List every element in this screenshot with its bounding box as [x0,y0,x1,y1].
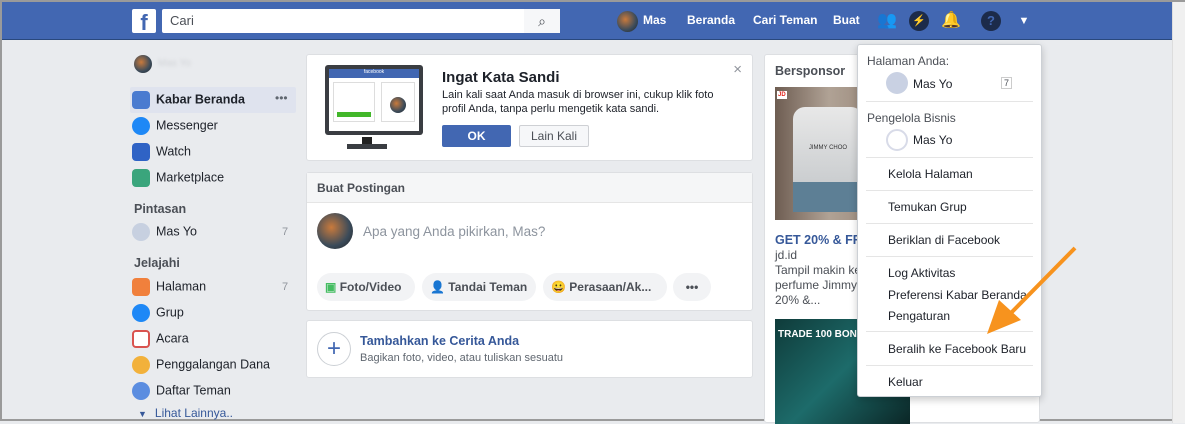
menu-switch-new-facebook[interactable]: Beralih ke Facebook Baru [888,342,1026,356]
nav-create[interactable]: Buat [833,13,860,27]
ad-description: Tampil makin ke perfume Jimmy 20% &... [775,263,862,307]
watch-icon [132,143,150,161]
bell-icon[interactable]: 🔔 [941,11,961,31]
ad-domain: jd.id [775,248,798,262]
chevron-down-icon: ▼ [138,409,147,419]
ok-button[interactable]: OK [442,125,511,147]
story-title[interactable]: Tambahkan ke Cerita Anda [360,334,519,348]
smile-icon: 😀 [551,280,566,294]
menu-logout[interactable]: Keluar [888,375,923,389]
story-subtitle: Bagikan foto, video, atau tuliskan sesua… [360,352,564,364]
search-icon[interactable]: ⌕ [524,9,560,33]
feeling-button[interactable]: 😀 Perasaan/Ak... [543,273,667,301]
sidebar-item-groups[interactable]: Grup [132,304,184,322]
monitor-illustration: facebook [325,65,423,135]
sidebar-item-marketplace[interactable]: Marketplace [132,169,224,187]
explore-heading: Jelajahi [134,256,180,270]
annotation-arrow-icon [987,246,1077,334]
composer-title: Buat Postingan [307,173,752,203]
composer-card: Buat Postingan Apa yang Anda pikirkan, M… [306,172,753,311]
groups-icon [132,304,150,322]
marketplace-icon [132,169,150,187]
more-options-icon[interactable]: ••• [673,273,711,301]
menu-page-item[interactable]: Mas Yo [913,77,952,91]
messenger-icon [132,117,150,135]
photo-icon: ▣ [325,280,337,294]
nav-find-friends[interactable]: Cari Teman [753,13,817,27]
top-bar: f Cari ⌕ Mas Beranda Cari Teman Buat 👥 ⚡ … [2,2,1172,40]
business-heading: Pengelola Bisnis [867,111,956,125]
password-text: Lain kali saat Anda masuk di browser ini… [442,89,714,115]
menu-activity-log[interactable]: Log Aktivitas [888,266,955,280]
password-title: Ingat Kata Sandi [442,69,560,86]
remember-password-card: facebook Ingat Kata Sandi Lain kali saat… [306,54,753,161]
avatar [317,213,353,249]
menu-settings[interactable]: Pengaturan [888,309,950,323]
photo-video-button[interactable]: ▣ Foto/Video [317,273,415,301]
profile-avatar[interactable] [134,55,152,73]
more-icon[interactable]: ••• [275,91,288,105]
page-count-badge: 7 [1001,77,1013,89]
tag-icon: 👤 [430,280,445,294]
pages-count: 7 [282,281,289,293]
help-icon[interactable]: ? [981,11,1001,31]
search-input[interactable]: Cari ⌕ [162,9,560,33]
page-icon [132,223,150,241]
ad-title[interactable]: GET 20% & FR [775,233,862,247]
menu-manage-pages[interactable]: Kelola Halaman [888,167,973,181]
calendar-icon [132,330,150,348]
shortcut-item[interactable]: Mas Yo [132,223,197,241]
profile-name[interactable]: Mas Yo [158,58,191,69]
sidebar-item-events[interactable]: Acara [132,330,189,348]
menu-business-item[interactable]: Mas Yo [913,133,952,147]
heart-icon [132,356,150,374]
sidebar-item-messenger[interactable]: Messenger [132,117,218,135]
sidebar-item-fundraisers[interactable]: Penggalangan Dana [132,356,270,374]
plus-icon[interactable]: + [317,332,351,366]
see-more-link[interactable]: ▼ Lihat Lainnya.. [132,406,233,420]
page-avatar [886,72,908,94]
business-avatar [886,129,908,151]
sidebar-item-friends-list[interactable]: Daftar Teman [132,382,231,400]
story-card[interactable]: + Tambahkan ke Cerita Anda Bagikan foto,… [306,320,753,378]
friends-list-icon [132,382,150,400]
nav-home[interactable]: Beranda [687,13,735,27]
avatar[interactable] [617,11,638,32]
account-dropdown-menu: Halaman Anda: Mas Yo 7 Pengelola Bisnis … [857,44,1042,397]
nav-profile[interactable]: Mas [643,13,666,27]
sidebar-item-watch[interactable]: Watch [132,143,191,161]
scrollbar[interactable] [1172,2,1185,423]
sidebar-item-pages[interactable]: Halaman [132,278,206,296]
close-icon[interactable]: × [733,61,742,78]
friends-icon[interactable]: 👥 [877,11,897,31]
shortcuts-heading: Pintasan [134,202,187,216]
news-feed-icon [132,91,150,109]
sponsored-heading: Bersponsor [775,64,846,78]
tag-friends-button[interactable]: 👤 Tandai Teman [422,273,536,301]
later-button[interactable]: Lain Kali [519,125,589,147]
post-input[interactable]: Apa yang Anda pikirkan, Mas? [363,224,545,239]
pages-heading: Halaman Anda: [867,54,950,68]
facebook-logo[interactable]: f [132,9,156,33]
flag-icon [132,278,150,296]
chevron-down-icon[interactable]: ▼ [1014,11,1034,31]
shortcut-count: 7 [282,226,289,238]
menu-find-groups[interactable]: Temukan Grup [888,200,967,214]
messenger-icon[interactable]: ⚡ [909,11,929,31]
